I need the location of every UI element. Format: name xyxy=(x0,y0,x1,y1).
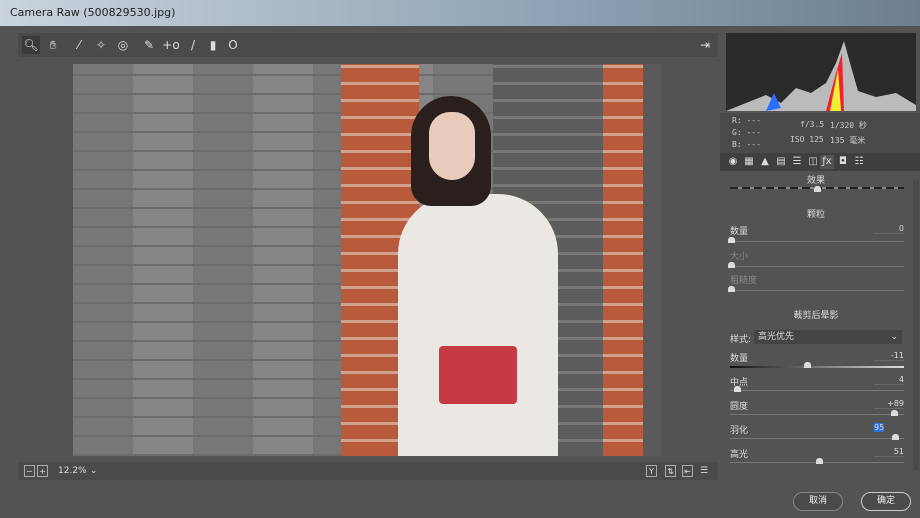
grain-roughness-slider[interactable] xyxy=(728,286,904,292)
panel-tabs: ◉ ▦ ▲ ▤ ☰ ◫ ƒx ◘ ☷ xyxy=(720,153,920,171)
before-after-button[interactable]: Y xyxy=(646,465,657,477)
slider-thumb[interactable] xyxy=(728,237,735,243)
grain-amount-value[interactable]: 0 xyxy=(874,224,904,234)
cancel-button[interactable]: 取消 xyxy=(793,492,843,511)
bottom-bar: − + 12.2% ⌄ Y ⇅ ⇤ ☰ xyxy=(18,462,718,480)
vignette-slider-label: 羽化 xyxy=(730,426,749,436)
vignette-slider[interactable] xyxy=(730,458,904,464)
brick-column-right xyxy=(603,64,643,456)
adjustment-brush-icon[interactable]: / xyxy=(184,36,202,54)
slider-thumb[interactable] xyxy=(815,458,823,464)
tab-hsl[interactable]: ▤ xyxy=(774,155,788,169)
grain-amount-label: 数量 xyxy=(730,227,749,237)
zoom-in-button[interactable]: + xyxy=(37,465,48,477)
aperture: f/3.5 xyxy=(800,120,825,129)
vignette-slider-label: 数量 xyxy=(730,354,749,364)
image-info: R: --- G: --- B: --- f/3.5 1/320 秒 ISO 1… xyxy=(720,113,920,153)
panel-scrollbar[interactable] xyxy=(913,180,919,470)
grain-size-label: 大小 xyxy=(730,252,749,262)
style-label: 样式: xyxy=(730,335,752,345)
tab-presets[interactable]: ☷ xyxy=(852,155,866,169)
vignette-slider-value[interactable]: +89 xyxy=(874,399,904,409)
rgb-r: R: --- xyxy=(732,116,761,125)
zoom-icon[interactable]: 🔍︎ xyxy=(22,36,40,54)
style-select[interactable]: 高光优先 ⌄ xyxy=(754,330,902,344)
grain-size-slider[interactable] xyxy=(728,262,904,268)
chevron-down-icon: ⌄ xyxy=(890,332,898,342)
zoom-level[interactable]: 12.2% xyxy=(58,465,87,477)
target-adjust-icon[interactable]: ◎ xyxy=(114,36,132,54)
tab-split-toning[interactable]: ☰ xyxy=(790,155,804,169)
right-panel: R: --- G: --- B: --- f/3.5 1/320 秒 ISO 1… xyxy=(720,33,920,478)
style-value: 高光优先 xyxy=(758,332,795,342)
slider-thumb[interactable] xyxy=(891,410,899,416)
swap-icon[interactable]: ⇅ xyxy=(665,465,676,477)
slider-thumb[interactable] xyxy=(733,386,741,392)
shutter: 1/320 秒 xyxy=(830,121,867,130)
zoom-out-button[interactable]: − xyxy=(24,465,35,477)
iso: ISO 125 xyxy=(790,135,824,144)
rgb-b: B: --- xyxy=(732,140,761,149)
grain-amount-slider[interactable] xyxy=(728,237,904,243)
toolbar: 🔍︎ ✋︎ ⁄ ✧ ◎ ✎ +o / ▮ O ⇥ xyxy=(18,33,718,57)
subject-coat xyxy=(398,194,558,456)
slider-thumb[interactable] xyxy=(728,262,735,268)
tab-camera-calibration[interactable]: ◘ xyxy=(836,155,850,169)
vignette-slider-value[interactable]: -11 xyxy=(874,351,904,361)
tab-detail[interactable]: ▲ xyxy=(758,155,772,169)
rgb-g: G: --- xyxy=(732,128,761,137)
vignette-slider-label: 圆度 xyxy=(730,402,749,412)
grain-title: 颗粒 xyxy=(806,210,825,220)
vignette-slider-value[interactable]: 95 xyxy=(874,423,884,432)
vignette-slider-value[interactable]: 51 xyxy=(874,447,904,457)
radial-filter-icon[interactable]: O xyxy=(224,36,242,54)
vignette-slider[interactable] xyxy=(730,434,904,440)
graduated-filter-icon[interactable]: ▮ xyxy=(204,36,222,54)
tab-lens[interactable]: ◫ xyxy=(806,155,820,169)
tab-effects[interactable]: ƒx xyxy=(820,155,834,169)
spot-removal-icon[interactable]: ✎ xyxy=(140,36,158,54)
grain-roughness-label: 粗糙度 xyxy=(730,276,758,286)
subject-face xyxy=(429,112,475,180)
copy-settings-icon[interactable]: ⇤ xyxy=(682,465,693,477)
fullscreen-icon[interactable]: ⇥ xyxy=(696,36,714,54)
tab-basic[interactable]: ◉ xyxy=(726,155,740,169)
title-bar: Camera Raw (500829530.jpg) xyxy=(0,0,920,26)
panel-title: 效果 xyxy=(806,176,825,186)
color-sampler-icon[interactable]: ✧ xyxy=(92,36,110,54)
subject-bag xyxy=(439,346,517,404)
tab-tone-curve[interactable]: ▦ xyxy=(742,155,756,169)
vignette-slider-label: 高光 xyxy=(730,450,749,460)
wall-edge xyxy=(643,64,661,456)
preview-settings-icon[interactable]: ☰ xyxy=(700,465,708,477)
hand-icon[interactable]: ✋︎ xyxy=(44,36,62,54)
vignette-title: 裁剪后晕影 xyxy=(793,311,839,321)
ok-button[interactable]: 确定 xyxy=(861,492,911,511)
white-balance-icon[interactable]: ⁄ xyxy=(70,36,88,54)
effects-thumb[interactable] xyxy=(814,186,821,192)
histogram xyxy=(726,33,916,111)
vignette-slider[interactable] xyxy=(730,362,904,368)
slider-thumb[interactable] xyxy=(892,434,900,440)
window-title: Camera Raw (500829530.jpg) xyxy=(10,6,176,19)
zoom-dropdown-icon[interactable]: ⌄ xyxy=(90,465,98,477)
slider-thumb[interactable] xyxy=(728,286,735,292)
vignette-slider[interactable] xyxy=(730,410,904,416)
vignette-slider-value[interactable]: 4 xyxy=(874,375,904,385)
focal-length: 135 毫米 xyxy=(830,136,866,145)
vignette-slider[interactable] xyxy=(730,386,904,392)
red-eye-icon[interactable]: +o xyxy=(162,36,180,54)
slider-thumb[interactable] xyxy=(804,362,812,368)
image-preview[interactable] xyxy=(73,64,661,456)
